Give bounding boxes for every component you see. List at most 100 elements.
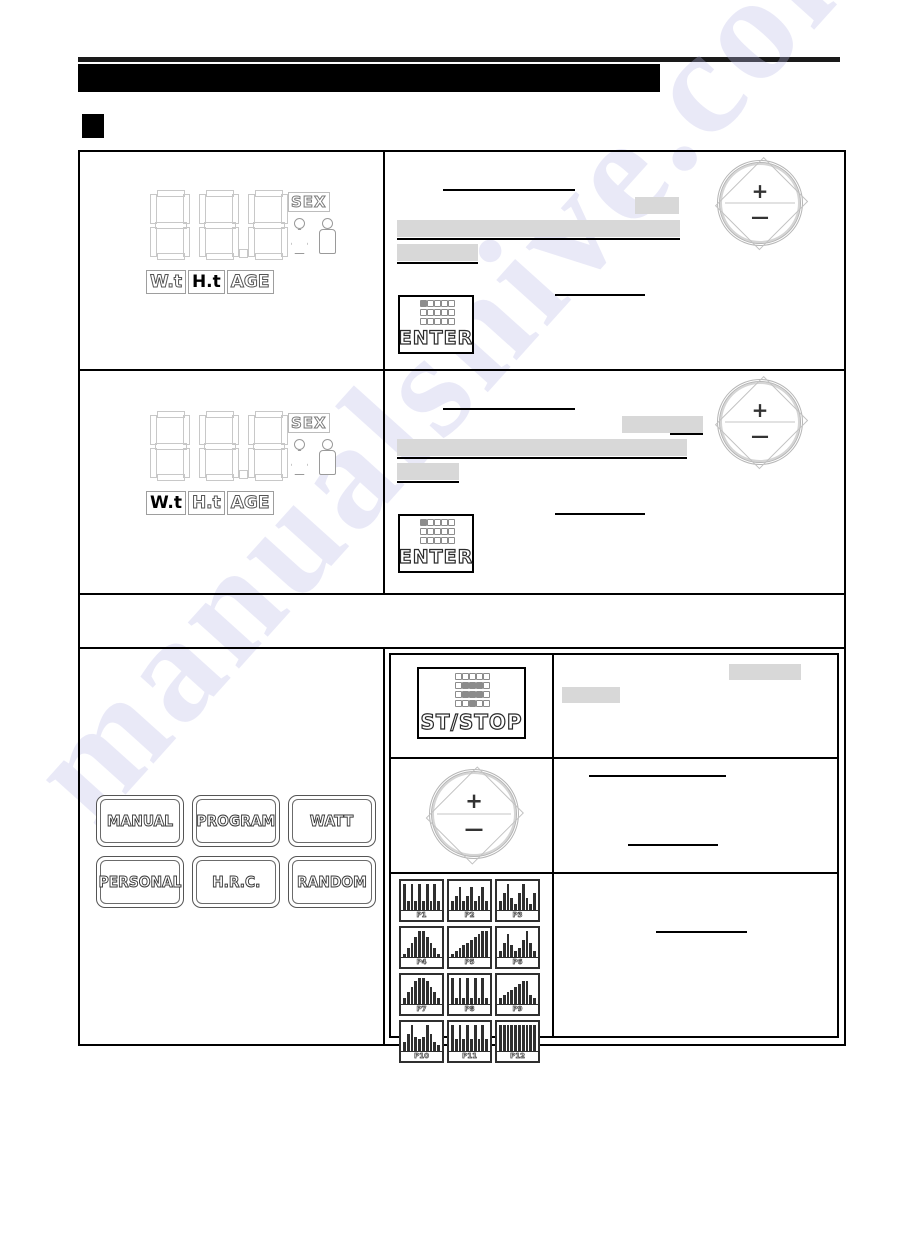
mode-button-label: RANDOM — [297, 873, 368, 892]
redacted-underline — [555, 513, 645, 515]
redacted-underline — [628, 844, 718, 846]
cell-display-weight: SEX W.t H.t AGE — [80, 371, 385, 593]
program-thumbnail-label: P6 — [497, 957, 538, 967]
redacted-underline — [670, 433, 703, 435]
adjust-dial-up-down[interactable]: + — — [714, 376, 808, 470]
program-thumbnail-label: P12 — [497, 1051, 538, 1061]
redacted-text-block — [397, 220, 680, 237]
program-thumbnail-label: P10 — [401, 1051, 442, 1061]
lcd-unit-weight: W.t — [146, 270, 186, 294]
program-thumbnail[interactable]: P4 — [399, 926, 444, 969]
redacted-text-block — [635, 197, 679, 214]
mode-button-personal[interactable]: PERSONAL — [96, 856, 184, 908]
program-thumbnail-label: P2 — [449, 910, 490, 920]
program-thumbnail-label: P5 — [449, 957, 490, 967]
lcd-digit — [150, 190, 190, 260]
mode-button-label: MANUAL — [106, 812, 174, 831]
redacted-underline — [555, 294, 645, 296]
program-thumbnail[interactable]: P1 — [399, 879, 444, 922]
lcd-digit — [248, 190, 288, 260]
dial-plus-label: + — [465, 789, 483, 813]
program-thumbnail-label: P3 — [497, 910, 538, 920]
lcd-unit-height: H.t — [187, 270, 225, 294]
redacted-underline — [443, 189, 575, 191]
mode-button-label: PERSONAL — [98, 873, 182, 892]
enter-button[interactable]: ENTER — [398, 514, 474, 573]
program-thumbnail-label: P7 — [401, 1004, 442, 1014]
program-profile-bars — [401, 881, 442, 910]
adjust-dial-up-down[interactable]: + — — [426, 766, 524, 864]
start-stop-label: ST/STOP — [420, 709, 523, 734]
program-profile-bars — [401, 928, 442, 957]
program-thumbnail-label: P4 — [401, 957, 442, 967]
female-figure-icon — [290, 439, 308, 475]
redacted-underline — [589, 775, 726, 777]
program-thumbnail[interactable]: P5 — [447, 926, 492, 969]
male-figure-icon — [318, 439, 336, 475]
program-sub-table: ST/STOP + — P1 P2 P3 P4 P5 P6 P7 P8 P9 P… — [389, 653, 839, 1063]
redacted-text-block — [397, 244, 478, 261]
program-thumbnail[interactable]: P9 — [495, 973, 540, 1016]
section-marker — [82, 114, 104, 138]
program-thumbnail-label: P1 — [401, 910, 442, 920]
lcd-sex-label: SEX — [288, 413, 330, 433]
cell-program-detail: ST/STOP + — P1 P2 P3 P4 P5 P6 P7 P8 P9 P… — [385, 649, 844, 1063]
mode-button-grid: MANUAL PROGRAM WATT PERSONAL H.R.C. RAND… — [96, 795, 376, 908]
program-thumbnail[interactable]: P11 — [447, 1020, 492, 1063]
mode-button-random[interactable]: RANDOM — [288, 856, 376, 908]
program-thumbnail[interactable]: P2 — [447, 879, 492, 922]
enter-button-label: ENTER — [398, 326, 474, 349]
lcd-unit-weight: W.t — [146, 491, 186, 515]
mode-button-label: PROGRAM — [196, 812, 276, 831]
adjust-dial-up-down[interactable]: + — — [714, 157, 808, 251]
table-row-weight: SEX W.t H.t AGE ENTER + — — [80, 371, 844, 595]
key-dot-matrix — [419, 300, 455, 325]
program-thumbnail[interactable]: P10 — [399, 1020, 444, 1063]
enter-button[interactable]: ENTER — [398, 295, 474, 354]
lcd-unit-age: AGE — [226, 270, 274, 294]
enter-button-label: ENTER — [398, 545, 474, 568]
lcd-decimal-point — [239, 249, 248, 258]
start-stop-button[interactable]: ST/STOP — [417, 667, 526, 739]
dial-plus-label: + — [751, 398, 769, 422]
key-dot-matrix — [419, 519, 455, 544]
cell-instructions-height: ENTER + — — [385, 152, 844, 369]
program-thumbnail[interactable]: P3 — [495, 879, 540, 922]
lcd-digit — [199, 411, 248, 481]
redacted-underline — [397, 262, 478, 264]
program-profile-bars — [449, 928, 490, 957]
cell-start-stop-text — [554, 655, 837, 757]
table-row-program-select: MANUAL PROGRAM WATT PERSONAL H.R.C. RAND… — [80, 649, 844, 1063]
lcd-digit — [248, 411, 288, 481]
sub-row-programs: P1 P2 P3 P4 P5 P6 P7 P8 P9 P10 P11 P12 — [391, 874, 837, 1063]
mode-button-manual[interactable]: MANUAL — [96, 795, 184, 847]
program-thumbnail[interactable]: P6 — [495, 926, 540, 969]
program-thumbnail-label: P8 — [449, 1004, 490, 1014]
lcd-gender-icons — [290, 439, 336, 475]
lcd-digit — [150, 411, 190, 481]
lcd-unit-row: W.t H.t AGE — [146, 270, 274, 294]
lcd-display-height: SEX W.t H.t AGE — [140, 190, 336, 308]
redacted-underline — [443, 408, 575, 410]
program-profile-bars — [401, 1022, 442, 1051]
redacted-text-block — [622, 416, 703, 433]
lcd-gender-icons — [290, 218, 336, 254]
table-row-note — [80, 595, 844, 649]
program-thumbnail[interactable]: P12 — [495, 1020, 540, 1063]
program-thumbnail-label: P9 — [497, 1004, 538, 1014]
mode-button-hrc[interactable]: H.R.C. — [192, 856, 280, 908]
lcd-digit-group — [150, 411, 288, 481]
mode-button-program[interactable]: PROGRAM — [192, 795, 280, 847]
redacted-text-block — [397, 439, 687, 456]
mode-button-watt[interactable]: WATT — [288, 795, 376, 847]
cell-display-height: SEX W.t H.t AGE — [80, 152, 385, 369]
redacted-underline — [397, 238, 680, 240]
lcd-unit-age: AGE — [226, 491, 274, 515]
program-thumbnail[interactable]: P8 — [447, 973, 492, 1016]
female-figure-icon — [290, 218, 308, 254]
cell-start-stop-key: ST/STOP — [391, 655, 554, 757]
redacted-underline — [656, 931, 747, 933]
header-title-bar — [78, 64, 660, 92]
cell-program-thumbnails: P1 P2 P3 P4 P5 P6 P7 P8 P9 P10 P11 P12 — [391, 874, 554, 1063]
program-thumbnail[interactable]: P7 — [399, 973, 444, 1016]
